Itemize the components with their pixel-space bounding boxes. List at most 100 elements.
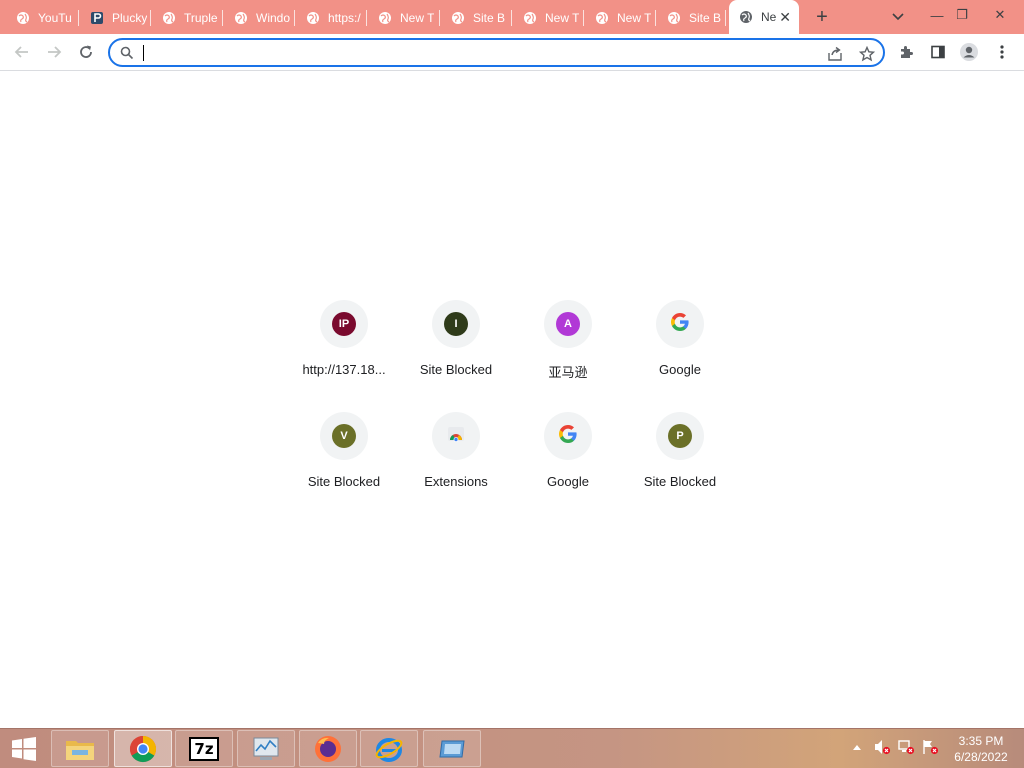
globe-icon — [667, 11, 681, 25]
shortcut-label: Site Blocked — [643, 474, 717, 489]
bookmark-star-icon[interactable] — [858, 45, 876, 63]
shortcut-tile[interactable]: P Site Blocked — [624, 412, 736, 524]
profile-avatar-icon[interactable] — [959, 42, 979, 62]
tab-strip: YouTu Plucky Truple Windo https:/ New T Site B… — [0, 0, 1024, 34]
shortcut-tile[interactable]: Extensions — [400, 412, 512, 524]
share-icon[interactable] — [826, 45, 844, 63]
windows-taskbar: 7z 3:35 PM 6/28/2022 — [0, 728, 1024, 768]
tab-separator — [655, 10, 656, 26]
shortcut-label: Site Blocked — [307, 474, 381, 489]
browser-window: YouTu Plucky Truple Windo https:/ New T Site B… — [0, 0, 1024, 768]
globe-icon — [306, 11, 320, 25]
globe-icon — [16, 11, 30, 25]
shortcut-label: Site Blocked — [419, 362, 493, 377]
taskbar-firefox[interactable] — [299, 730, 357, 767]
taskbar-7zip[interactable]: 7z — [175, 730, 233, 767]
shortcut-icon-container — [544, 412, 592, 460]
taskbar-resource-monitor[interactable] — [237, 730, 295, 767]
tab-title: Truple — [184, 10, 218, 25]
network-icon[interactable] — [897, 737, 915, 757]
shortcut-label: Google — [547, 474, 589, 489]
tab-2[interactable]: Plucky — [82, 5, 150, 30]
start-button[interactable] — [4, 733, 44, 765]
shortcut-tile[interactable]: IP http://137.18... — [288, 300, 400, 412]
tab-separator — [150, 10, 151, 26]
address-bar[interactable] — [108, 38, 885, 67]
tab-title: New T — [617, 10, 652, 25]
tab-title: YouTu — [38, 10, 72, 25]
shortcut-tile[interactable]: A 亚马逊 — [512, 300, 624, 412]
tab-separator — [439, 10, 440, 26]
tab-separator — [583, 10, 584, 26]
globe-icon — [739, 10, 753, 24]
shortcut-icon-container: I — [432, 300, 480, 348]
reload-button[interactable] — [74, 40, 98, 64]
forward-button[interactable] — [42, 40, 66, 64]
7zip-icon: 7z — [189, 736, 219, 761]
tab-search-button[interactable] — [888, 7, 908, 27]
shortcut-tile[interactable]: Google — [512, 412, 624, 524]
globe-icon — [162, 11, 176, 25]
shortcut-label: http://137.18... — [302, 362, 386, 377]
tab-title: Windo — [256, 10, 291, 25]
volume-muted-icon[interactable] — [873, 737, 891, 757]
tab-3[interactable]: Truple — [154, 5, 222, 30]
show-hidden-icons-arrow[interactable] — [848, 737, 866, 757]
back-arrow-icon — [14, 46, 28, 58]
tab-8[interactable]: New T — [515, 5, 583, 30]
forward-arrow-icon — [48, 46, 62, 58]
close-tab-icon[interactable]: ✕ — [779, 9, 791, 26]
tab-separator — [222, 10, 223, 26]
tab-7[interactable]: Site B — [443, 5, 511, 30]
tab-1[interactable]: YouTu — [8, 5, 76, 30]
resource-monitor-icon — [253, 737, 279, 760]
new-tab-button[interactable]: + — [810, 5, 834, 29]
restore-button[interactable]: ❐ — [947, 0, 977, 30]
tab-title: Site B — [689, 10, 722, 25]
chevron-down-icon — [892, 13, 904, 21]
tab-active[interactable]: Ne ✕ — [729, 0, 799, 34]
shortcut-letter-icon: P — [668, 424, 692, 448]
7zip-label: 7z — [194, 739, 214, 758]
tab-separator — [78, 10, 79, 26]
menu-kebab-icon[interactable] — [992, 42, 1012, 62]
taskbar-file-explorer[interactable] — [51, 730, 109, 767]
address-input[interactable] — [142, 42, 802, 63]
shortcut-letter-icon: I — [444, 312, 468, 336]
tab-5[interactable]: https:/ — [298, 5, 366, 30]
google-g-icon — [670, 312, 690, 337]
tab-title: Site B — [473, 10, 506, 25]
shortcut-icon-container — [432, 412, 480, 460]
tab-separator — [366, 10, 367, 26]
taskbar-internet-explorer[interactable] — [360, 730, 418, 767]
back-button[interactable] — [10, 40, 34, 64]
extensions-puzzle-icon[interactable] — [896, 42, 916, 62]
shortcut-tile[interactable]: V Site Blocked — [288, 412, 400, 524]
shortcut-icon-container: IP — [320, 300, 368, 348]
taskbar-clock[interactable]: 3:35 PM 6/28/2022 — [946, 733, 1016, 765]
toolbar — [0, 34, 1024, 71]
globe-icon — [234, 11, 248, 25]
p-logo-icon — [90, 11, 104, 25]
google-g-icon — [558, 424, 578, 449]
globe-icon — [451, 11, 465, 25]
tab-4[interactable]: Windo — [226, 5, 294, 30]
text-caret — [143, 45, 144, 61]
tab-separator — [725, 10, 726, 26]
action-center-flag-icon[interactable] — [921, 737, 939, 757]
side-panel-icon[interactable] — [928, 42, 948, 62]
taskbar-remote-desktop[interactable] — [423, 730, 481, 767]
tab-10[interactable]: Site B — [659, 5, 727, 30]
windows-logo-icon — [12, 737, 36, 761]
clock-time: 3:35 PM — [958, 734, 1004, 748]
shortcut-tile[interactable]: Google — [624, 300, 736, 412]
tab-9[interactable]: New T — [587, 5, 655, 30]
tab-title: Plucky — [112, 10, 148, 25]
tab-6[interactable]: New T — [370, 5, 438, 30]
shortcut-tile[interactable]: I Site Blocked — [400, 300, 512, 412]
shortcut-label: 亚马逊 — [548, 365, 588, 380]
globe-icon — [378, 11, 392, 25]
close-window-button[interactable]: ✕ — [985, 0, 1015, 30]
shortcut-label: Google — [659, 362, 701, 377]
taskbar-chrome[interactable] — [114, 730, 172, 767]
